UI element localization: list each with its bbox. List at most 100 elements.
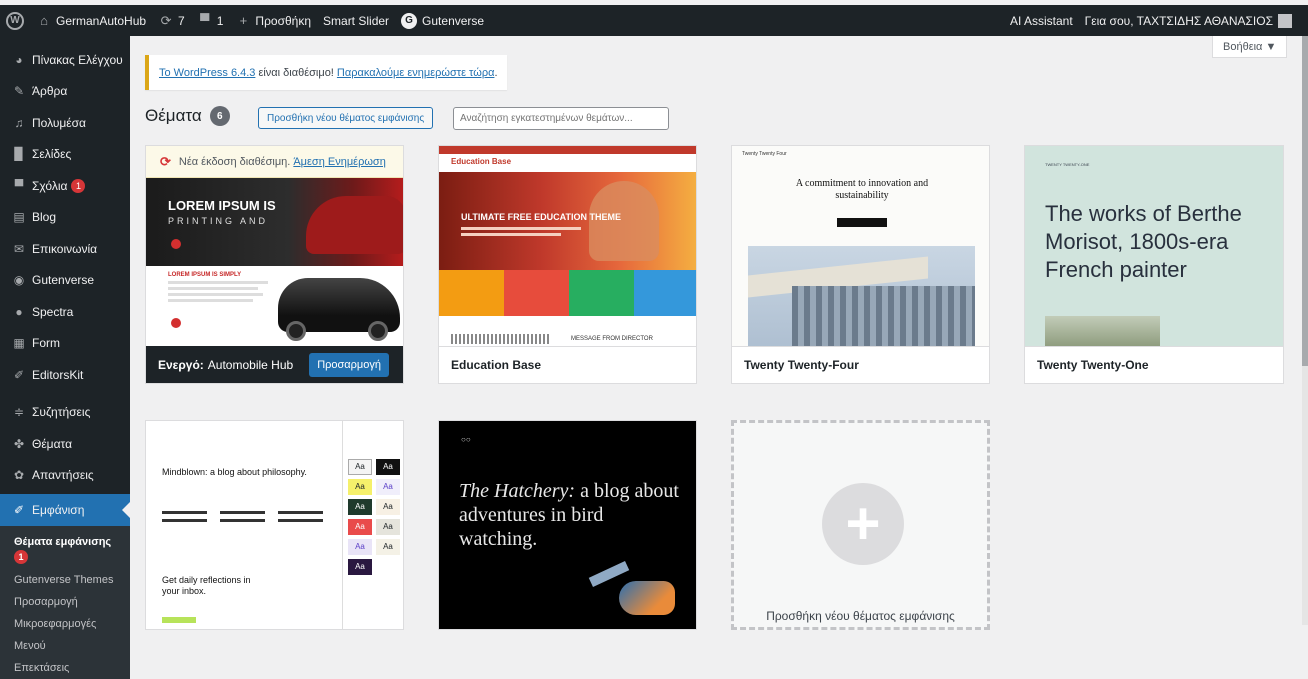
gutenverse-icon: ◉ [13,273,25,288]
menu-editorskit[interactable]: ✐ EditorsKit [0,359,130,391]
themes-update-badge: 1 [14,550,28,564]
mail-icon: ✉ [13,241,25,256]
theme-card-twenty-twenty-four[interactable]: Twenty Twenty Four A commitment to innov… [731,145,990,384]
update-now-link[interactable]: Άμεση Ενημέρωση [293,156,386,168]
brush-icon: ✐ [13,502,25,517]
theme-card-education-base[interactable]: Education Base ULTIMATE FREE EDUCATION T… [438,145,697,384]
submenu-gutenverse-themes[interactable]: Gutenverse Themes [0,569,130,591]
menu-dashboard[interactable]: ◕ Πίνακας Ελέγχου [0,44,130,76]
menu-spectra[interactable]: ● Spectra [0,296,130,328]
gutenverse-icon: G [401,12,418,29]
gutenverse-link[interactable]: G Gutenverse [395,5,490,36]
menu-blog[interactable]: ▤ Blog [0,202,130,234]
theme-screenshot: TWENTY TWENTY-ONE The works of Berthe Mo… [1025,146,1283,348]
menu-comments[interactable]: ▀ Σχόλια 1 [0,170,130,202]
menu-posts[interactable]: ✎ Άρθρα [0,76,130,108]
new-content-link[interactable]: + Προσθήκη [229,5,317,36]
theme-screenshot: ○○ The Hatchery: a blog about adventures… [439,421,696,629]
theme-name-bar: Education Base [439,346,696,383]
update-notice: Το WordPress 6.4.3 είναι διαθέσιμο! Παρα… [145,55,507,90]
theme-screenshot: Education Base ULTIMATE FREE EDUCATION T… [439,146,696,348]
comments-link[interactable]: ▀ 1 [191,5,230,36]
shot-logo: Education Base [451,157,512,166]
page-title: Θέματα [145,106,202,125]
smart-slider-label: Smart Slider [323,13,390,28]
admin-sidebar: ◕ Πίνακας Ελέγχου ✎ Άρθρα ♫ Πολυμέσα ▉ Σελίδ… [0,36,130,679]
theme-name-bar: Twenty Twenty-Four [732,346,989,383]
wordpress-logo-button[interactable]: W [0,5,30,36]
shot-title: The works of Berthe Morisot, 1800s-era F… [1045,201,1242,282]
add-new-theme-button[interactable]: Προσθήκη νέου θέματος εμφάνισης [258,107,434,129]
ai-assistant-label: AI Assistant [1009,13,1073,28]
smart-slider-link[interactable]: Smart Slider [317,5,395,36]
new-content-label: Προσθήκη [255,13,312,28]
theme-name: Twenty Twenty-One [1037,358,1149,372]
updates-link[interactable]: ⟳ 7 [152,5,191,36]
submenu-widgets[interactable]: Μικροεφαρμογές [0,613,130,635]
menu-media[interactable]: ♫ Πολυμέσα [0,107,130,139]
menu-label: Επικοινωνία [32,241,98,256]
topics-icon: ✤ [13,436,25,451]
search-themes-input[interactable] [453,107,669,130]
site-name-label: GermanAutoHub [56,13,147,28]
menu-label: Πολυμέσα [32,115,86,130]
menu-label: Spectra [32,304,74,319]
comments-badge: 1 [71,178,86,193]
gutenverse-label: Gutenverse [422,13,485,28]
blog-icon: ▤ [13,210,25,225]
theme-card-twenty-twenty-one[interactable]: TWENTY TWENTY-ONE The works of Berthe Mo… [1024,145,1284,384]
menu-topics[interactable]: ✤ Θέματα [0,428,130,460]
menu-forums[interactable]: ≑ Συζητήσεις [0,397,130,429]
theme-card-twenty-twenty-three[interactable]: Mindblown: a blog about philosophy. Get … [145,420,404,630]
add-new-theme-card[interactable]: + Προσθήκη νέου θέματος εμφάνισης [731,420,990,630]
menu-form[interactable]: ▦ Form [0,328,130,360]
shot-title: Mindblown: a blog about philosophy. [162,467,307,477]
theme-name: Twenty Twenty-Four [744,358,859,372]
update-text: Νέα έκδοση διαθέσιμη. [178,155,291,168]
site-name-link[interactable]: ⌂ GermanAutoHub [30,5,152,36]
shot-title-italic: The Hatchery: [459,480,576,502]
my-account-link[interactable]: Γεια σου, ΤΑΧΤΣΙΔΗΣ ΑΘΑΝΑΣΙΟΣ [1079,5,1308,36]
theme-count-badge: 6 [209,106,230,126]
menu-label: Συζητήσεις [32,405,91,420]
menu-gutenverse[interactable]: ◉ Gutenverse [0,265,130,297]
forum-icon: ≑ [13,405,25,420]
comments-count: 1 [216,13,224,28]
page-icon: ▉ [14,147,24,162]
menu-label: EditorsKit [32,367,84,382]
shot-cta: Get daily reflections in your inbox. [162,575,251,596]
add-new-label: Προσθήκη νέου θέματος εμφάνισης [267,112,425,124]
submenu-themes[interactable]: Θέματα εμφάνισης 1 [0,532,130,569]
form-icon: ▦ [13,336,25,351]
wordpress-version-link[interactable]: Το WordPress 6.4.3 [159,67,255,79]
menu-replies[interactable]: ✿ Απαντήσεις [0,460,130,492]
dashboard-icon: ◕ [15,52,23,67]
notice-text: είναι διαθέσιμο! [255,66,337,79]
submenu-customize[interactable]: Προσαρμογή [0,591,130,613]
theme-name-bar: Ενεργό: Automobile Hub Προσαρμογή [146,346,403,383]
updates-icon: ⟳ [160,12,172,28]
appearance-submenu: Θέματα εμφάνισης 1 Gutenverse Themes Προσ… [0,525,130,679]
help-label: Βοήθεια ▼ [1223,40,1277,53]
menu-label: Απαντήσεις [32,468,94,483]
pin-icon: ✎ [13,84,25,99]
menu-label: Θέματα [32,436,73,451]
pen-icon: ✐ [13,367,25,382]
customize-button[interactable]: Προσαρμογή [309,353,389,377]
ai-assistant-link[interactable]: AI Assistant [1004,5,1079,36]
menu-pages[interactable]: ▉ Σελίδες [0,139,130,171]
menu-appearance[interactable]: ✐ Εμφάνιση [0,494,130,526]
theme-screenshot: Twenty Twenty Four A commitment to innov… [732,146,989,348]
theme-name: Education Base [451,358,542,372]
theme-card-hatchery[interactable]: ○○ The Hatchery: a blog about adventures… [438,420,697,630]
submenu-menus[interactable]: Μενού [0,635,130,657]
menu-contact[interactable]: ✉ Επικοινωνία [0,233,130,265]
scrollbar-thumb[interactable] [1302,36,1308,366]
updates-count: 7 [178,13,185,28]
help-tab-button[interactable]: Βοήθεια ▼ [1212,36,1288,58]
theme-screenshot: Mindblown: a blog about philosophy. Get … [146,421,403,629]
submenu-extensions[interactable]: Επεκτάσεις [0,657,130,679]
home-icon: ⌂ [40,13,48,28]
theme-card-automobile-hub[interactable]: ⟳ Νέα έκδοση διαθέσιμη. Άμεση Ενημέρωση … [145,145,404,384]
update-now-link[interactable]: Παρακαλούμε ενημερώστε τώρα [337,67,495,79]
